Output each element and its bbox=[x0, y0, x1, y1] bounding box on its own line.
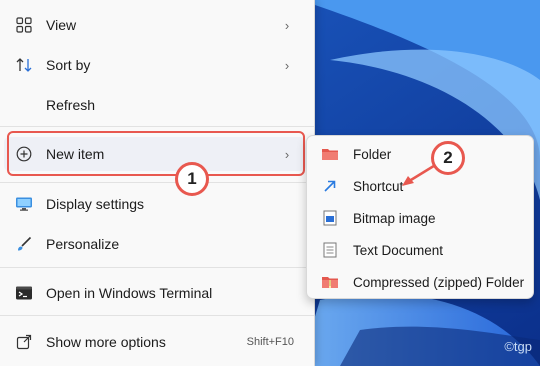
menu-item-personalize[interactable]: Personalize bbox=[4, 227, 306, 261]
submenu-item-text-document[interactable]: Text Document bbox=[313, 235, 527, 265]
highlight-box-new-item bbox=[7, 131, 305, 176]
menu-item-display-settings[interactable]: Display settings bbox=[4, 187, 306, 221]
menu-item-label: Refresh bbox=[46, 97, 96, 113]
watermark: ©tgp bbox=[504, 339, 532, 354]
bitmap-icon bbox=[321, 209, 339, 227]
new-item-submenu: Folder Shortcut Bitmap image Text Docume… bbox=[306, 135, 534, 299]
menu-item-label: Open in Windows Terminal bbox=[46, 285, 213, 301]
callout-badge-2: 2 bbox=[431, 141, 465, 175]
submenu-item-label: Compressed (zipped) Folder bbox=[353, 274, 525, 290]
submenu-item-label: Text Document bbox=[353, 242, 444, 258]
menu-separator bbox=[0, 126, 314, 127]
terminal-icon bbox=[14, 283, 34, 303]
menu-separator bbox=[0, 267, 314, 268]
grid-icon bbox=[14, 15, 34, 35]
menu-item-refresh[interactable]: Refresh bbox=[4, 88, 306, 122]
external-icon bbox=[14, 332, 34, 352]
submenu-item-compressed-folder[interactable]: Compressed (zipped) Folder bbox=[313, 267, 527, 297]
menu-item-view[interactable]: View › bbox=[4, 8, 306, 42]
folder-icon bbox=[321, 145, 339, 163]
menu-item-label: Display settings bbox=[46, 196, 145, 212]
menu-item-open-terminal[interactable]: Open in Windows Terminal bbox=[4, 276, 306, 310]
callout-badge-1: 1 bbox=[175, 162, 209, 196]
menu-item-sort-by[interactable]: Sort by › bbox=[4, 48, 306, 82]
menu-item-label: Show more options bbox=[46, 334, 166, 350]
context-menu: View › Sort by › Refresh New item › Disp… bbox=[0, 0, 315, 366]
submenu-item-label: Folder bbox=[353, 146, 392, 162]
chevron-right-icon: › bbox=[284, 17, 290, 33]
menu-separator bbox=[0, 182, 314, 183]
text-document-icon bbox=[321, 241, 339, 259]
sort-arrows-icon bbox=[14, 55, 34, 75]
menu-item-label: Sort by bbox=[46, 57, 91, 73]
submenu-item-bitmap-image[interactable]: Bitmap image bbox=[313, 203, 527, 233]
zip-folder-icon bbox=[321, 273, 339, 291]
shortcut-arrow-icon bbox=[321, 177, 339, 195]
chevron-right-icon: › bbox=[284, 57, 290, 73]
submenu-item-label: Shortcut bbox=[353, 178, 404, 194]
shortcut-hint: Shift+F10 bbox=[246, 336, 294, 348]
menu-item-label: View bbox=[46, 17, 77, 33]
submenu-item-shortcut[interactable]: Shortcut bbox=[313, 171, 527, 201]
menu-item-show-more-options[interactable]: Show more options Shift+F10 bbox=[4, 325, 306, 359]
monitor-icon bbox=[14, 194, 34, 214]
submenu-item-label: Bitmap image bbox=[353, 210, 436, 226]
submenu-item-folder[interactable]: Folder bbox=[313, 139, 527, 169]
brush-icon bbox=[14, 234, 34, 254]
menu-item-label: Personalize bbox=[46, 236, 120, 252]
menu-separator bbox=[0, 315, 314, 316]
